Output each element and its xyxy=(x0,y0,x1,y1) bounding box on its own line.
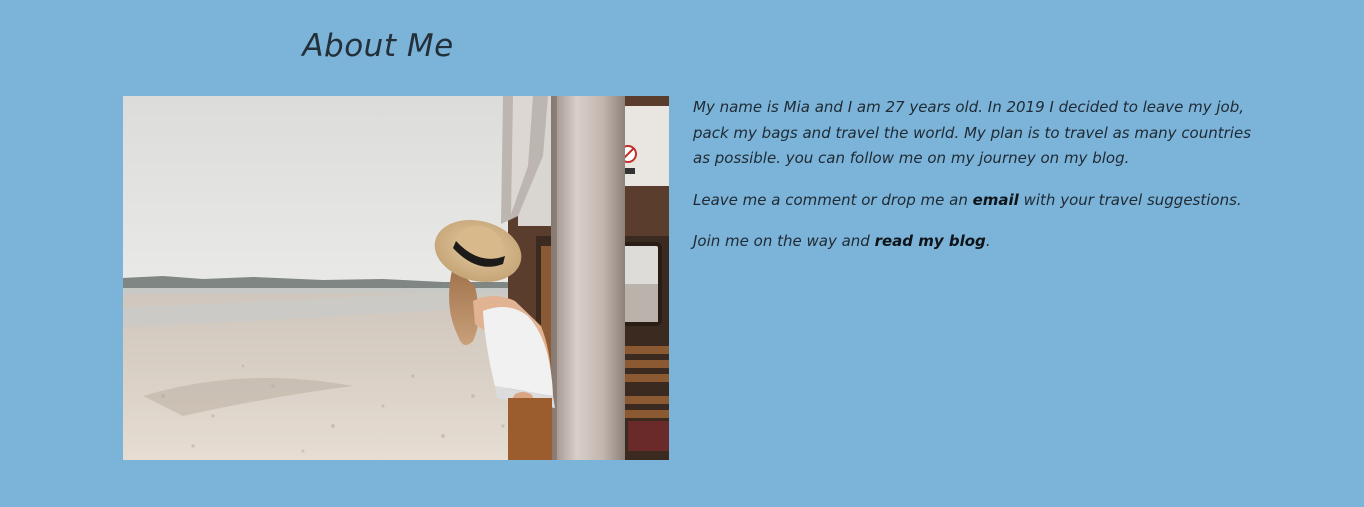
read-blog-link[interactable]: read my blog xyxy=(875,232,986,250)
about-text: My name is Mia and I am 27 years old. In… xyxy=(693,95,1253,271)
blog-paragraph: Join me on the way and read my blog. xyxy=(693,229,1253,255)
contact-text-after: with your travel suggestions. xyxy=(1018,190,1242,209)
blog-text-before: Join me on the way and xyxy=(693,232,875,250)
blog-text-after: . xyxy=(985,232,991,250)
bio-paragraph: My name is Mia and I am 27 years old. In… xyxy=(693,95,1253,172)
email-link[interactable]: email xyxy=(973,191,1019,209)
contact-paragraph: Leave me a comment or drop me an email w… xyxy=(693,188,1253,214)
bio-text: My name is Mia and I am 27 years old. In… xyxy=(693,98,1252,167)
page-title: About Me xyxy=(302,28,454,64)
about-photo xyxy=(123,96,669,460)
contact-text-before: Leave me a comment or drop me an xyxy=(693,190,973,209)
